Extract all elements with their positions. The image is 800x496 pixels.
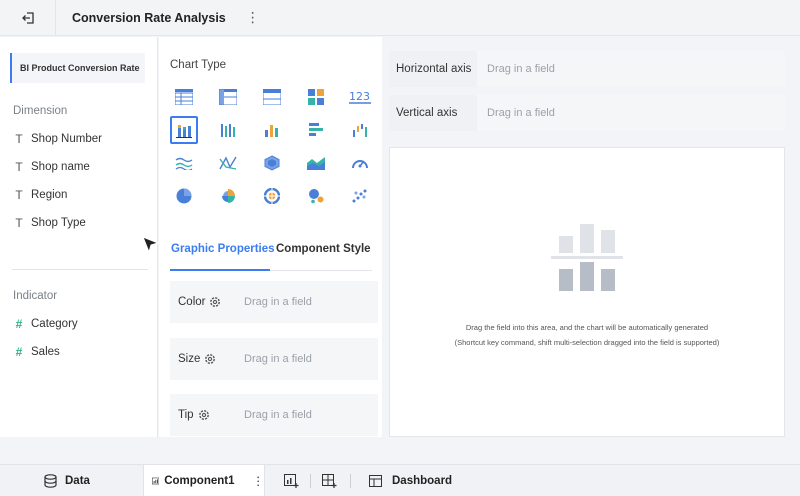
horizontal-bar-icon[interactable] xyxy=(302,116,330,144)
component-more-button[interactable]: ⋮ xyxy=(253,474,265,488)
gear-icon[interactable] xyxy=(204,353,216,365)
rose-chart-icon[interactable] xyxy=(214,182,242,210)
tab-graphic-properties[interactable]: Graphic Properties xyxy=(171,243,275,255)
exit-button[interactable] xyxy=(0,0,56,36)
divider xyxy=(12,269,148,270)
bottom-tab-bar: Data Component1 ⋮ Dashboard xyxy=(0,464,800,496)
indicator-title: Indicator xyxy=(13,290,58,302)
text-type-icon: T xyxy=(15,132,23,146)
page-title: Conversion Rate Analysis xyxy=(72,10,226,25)
tip-label: Tip xyxy=(178,409,194,421)
dataset-selector[interactable]: BI Product Conversion Rate xyxy=(10,53,145,83)
divider xyxy=(310,474,311,488)
canvas-hint-shortcut: (Shortcut key command, shift multi-selec… xyxy=(454,338,720,347)
svg-text:123: 123 xyxy=(349,90,370,103)
add-component-button[interactable] xyxy=(284,465,299,496)
dimension-field[interactable]: T Shop Number xyxy=(13,129,102,149)
add-chart-icon xyxy=(284,474,299,488)
header-bar: Conversion Rate Analysis ⋮ xyxy=(0,0,800,36)
data-tab[interactable]: Data xyxy=(44,465,90,496)
number-type-icon: # xyxy=(15,345,23,359)
waterfall-chart-icon[interactable] xyxy=(346,116,374,144)
color-drop-placeholder: Drag in a field xyxy=(244,296,312,308)
horizontal-axis-label: Horizontal axis xyxy=(389,51,477,87)
card-chart-icon[interactable] xyxy=(302,83,330,111)
text-type-icon: T xyxy=(15,160,23,174)
color-property-slot[interactable]: Color Drag in a field xyxy=(170,281,378,323)
more-options-button[interactable]: ⋮ xyxy=(246,9,260,26)
database-icon xyxy=(44,474,57,488)
gear-icon[interactable] xyxy=(209,296,221,308)
bubble-chart-icon[interactable] xyxy=(302,182,330,210)
pie-chart-icon[interactable] xyxy=(170,182,198,210)
dimension-title: Dimension xyxy=(13,105,68,117)
active-tab-indicator xyxy=(170,269,270,271)
sunburst-chart-icon[interactable] xyxy=(258,182,286,210)
add-grid-icon xyxy=(322,474,337,488)
size-label: Size xyxy=(178,353,201,365)
tip-drop-placeholder: Drag in a field xyxy=(244,409,312,421)
dimension-field[interactable]: T Shop Type xyxy=(13,213,85,233)
horizontal-axis-placeholder: Drag in a field xyxy=(487,63,555,75)
dashboard-icon xyxy=(369,475,382,487)
gear-icon[interactable] xyxy=(198,409,210,421)
text-type-icon: T xyxy=(15,216,23,230)
indicator-field[interactable]: # Sales xyxy=(13,342,60,362)
number-kpi-icon[interactable]: 123 xyxy=(346,83,374,111)
field-panel: BI Product Conversion Rate Dimension T Sh… xyxy=(0,37,158,437)
radar-line-icon[interactable] xyxy=(214,149,242,177)
gauge-chart-icon[interactable] xyxy=(346,149,374,177)
hexagon-chart-icon[interactable] xyxy=(258,149,286,177)
dimension-field[interactable]: T Region xyxy=(13,185,67,205)
divider xyxy=(350,474,351,488)
canvas-hint: Drag the field into this area, and the c… xyxy=(465,323,709,332)
add-widget-button[interactable] xyxy=(322,465,337,496)
chart-config-panel: Chart Type 123 Graphic Properties Compon… xyxy=(159,37,382,437)
chart-type-title: Chart Type xyxy=(170,59,227,71)
area-chart-icon[interactable] xyxy=(302,149,330,177)
exit-icon xyxy=(21,11,34,24)
vertical-axis-slot[interactable]: Vertical axis Drag in a field xyxy=(389,95,785,131)
column-chart-icon[interactable] xyxy=(258,116,286,144)
tip-property-slot[interactable]: Tip Drag in a field xyxy=(170,394,378,436)
table-chart-icon[interactable] xyxy=(170,83,198,111)
mouse-cursor-icon xyxy=(142,236,160,254)
horizontal-axis-slot[interactable]: Horizontal axis Drag in a field xyxy=(389,51,785,87)
number-type-icon: # xyxy=(15,317,23,331)
chart-canvas[interactable]: Drag the field into this area, and the c… xyxy=(389,147,785,437)
pivot-table-icon[interactable] xyxy=(214,83,242,111)
size-drop-placeholder: Drag in a field xyxy=(244,353,312,365)
dimension-field[interactable]: T Shop name xyxy=(13,157,90,177)
tab-component-style[interactable]: Component Style xyxy=(276,243,371,255)
line-chart-icon[interactable] xyxy=(170,149,198,177)
scatter-chart-icon[interactable] xyxy=(346,182,374,210)
grouped-column-icon[interactable] xyxy=(214,116,242,144)
text-type-icon: T xyxy=(15,188,23,202)
chart-component-icon xyxy=(152,477,160,485)
component-tab[interactable]: Component1 ⋮ xyxy=(143,465,265,496)
detail-table-icon[interactable] xyxy=(258,83,286,111)
color-label: Color xyxy=(178,296,206,308)
property-tabs: Graphic Properties Component Style xyxy=(170,239,372,271)
vertical-axis-placeholder: Drag in a field xyxy=(487,107,555,119)
vertical-axis-label: Vertical axis xyxy=(389,95,477,131)
empty-chart-icon xyxy=(551,224,623,291)
size-property-slot[interactable]: Size Drag in a field xyxy=(170,338,378,380)
stacked-bar-chart-icon[interactable] xyxy=(170,116,198,144)
indicator-field[interactable]: # Category xyxy=(13,314,78,334)
dashboard-tab[interactable]: Dashboard xyxy=(369,465,452,496)
